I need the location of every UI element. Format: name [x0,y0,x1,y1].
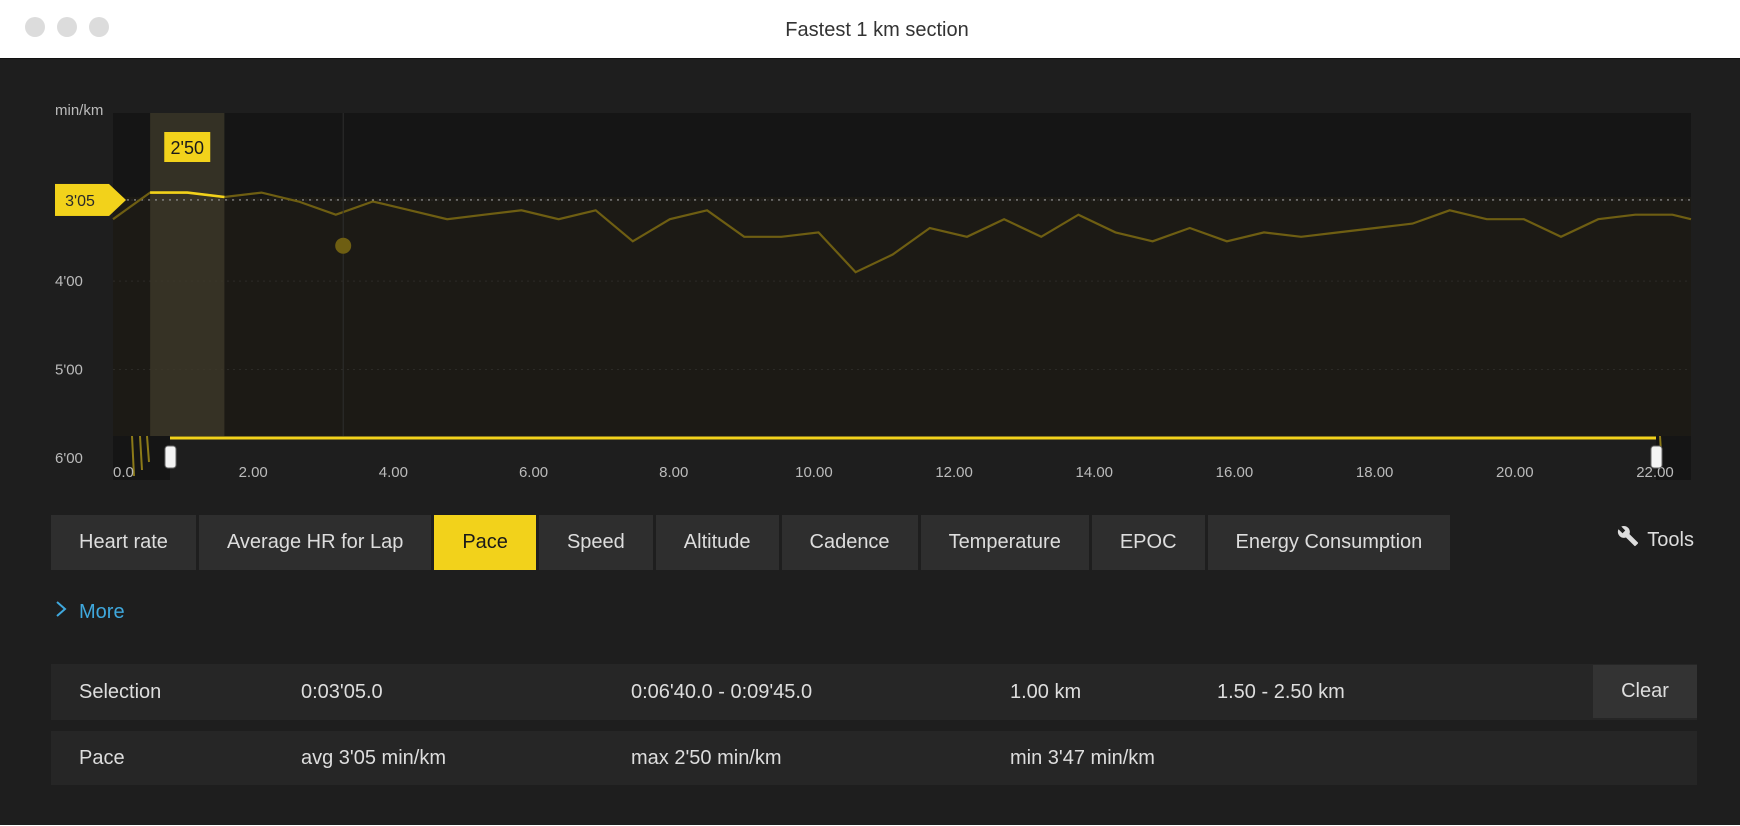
pace-average: avg 3'05 min/km [301,747,446,769]
max-pace-marker: 2'50 [164,132,211,162]
more-toggle[interactable]: More [55,598,125,626]
wrench-icon [1617,525,1639,556]
navigator-tick-label: 8.00 [659,464,688,481]
navigator-tick-label: 12.00 [935,464,973,481]
navigator-tick-label: 18.00 [1356,464,1394,481]
navigator-tick-label: 16.00 [1216,464,1254,481]
navigator-tick-label: 4.00 [379,464,408,481]
tab-speed[interactable]: Speed [538,515,653,570]
max-pace-label: 2'50 [171,138,204,158]
selection-row-label: Selection [79,681,162,703]
selection-highlight[interactable] [150,113,225,458]
more-label: More [79,601,125,623]
pace-summary-row: Pace avg 3'05 min/km max 2'50 min/km min… [51,731,1697,785]
average-pace-label: 3'05 [65,193,95,210]
selection-time-range: 0:06'40.0 - 0:09'45.0 [631,681,813,703]
navigator-tick-label: 6.00 [519,464,548,481]
tab-epoc[interactable]: EPOC [1091,515,1205,570]
tab-temperature[interactable]: Temperature [920,515,1089,570]
tools-label: Tools [1647,529,1694,551]
navigator-tick-label: 10.00 [795,464,833,481]
navigator-tick-label: 2.00 [239,464,268,481]
navigator-right-handle[interactable] [1650,445,1663,469]
y-axis-unit: min/km [55,102,103,119]
clear-selection-button[interactable]: Clear [1593,665,1697,718]
tab-pace[interactable]: Pace [434,515,536,570]
navigator-left-handle[interactable] [164,445,177,469]
y-tick-label: 4'00 [55,273,83,290]
navigator-tick-label: 0.0 [113,464,134,481]
tools-button[interactable]: Tools [1617,525,1694,555]
tab-heart-rate[interactable]: Heart rate [51,515,196,570]
selection-distance: 1.00 km [1010,681,1082,703]
y-tick-label: 5'00 [55,362,83,379]
app-window: Fastest 1 km section min/km 4'00 5'00 6'00… [0,0,1740,826]
tab-energy-consumption[interactable]: Energy Consumption [1207,515,1451,570]
pace-maximum: max 2'50 min/km [631,747,782,769]
hover-cursor-dot [335,237,352,254]
tab-altitude[interactable]: Altitude [655,515,779,570]
chevron-right-icon [55,598,67,626]
pace-row-label: Pace [79,747,125,769]
navigator-tick-label: 20.00 [1496,464,1534,481]
navigator-tick-label: 14.00 [1075,464,1113,481]
range-navigator[interactable]: 0.0 2.00 4.00 6.00 8.00 10.00 12.00 14.00 16.00 1… [0,432,1740,492]
selection-distance-range: 1.50 - 2.50 km [1217,681,1345,703]
selection-summary-row: Selection 0:03'05.0 0:06'40.0 - 0:09'45.… [51,664,1697,720]
title-bar: Fastest 1 km section [0,0,1740,58]
window-title: Fastest 1 km section [785,19,969,41]
pace-minimum: min 3'47 min/km [1010,747,1155,769]
selection-duration: 0:03'05.0 [301,681,383,703]
metric-tabs: Heart rate Average HR for Lap Pace Speed… [51,515,1453,570]
tab-cadence[interactable]: Cadence [781,515,918,570]
plot-zone-band [113,197,1691,459]
tab-average-hr-for-lap[interactable]: Average HR for Lap [198,515,432,570]
